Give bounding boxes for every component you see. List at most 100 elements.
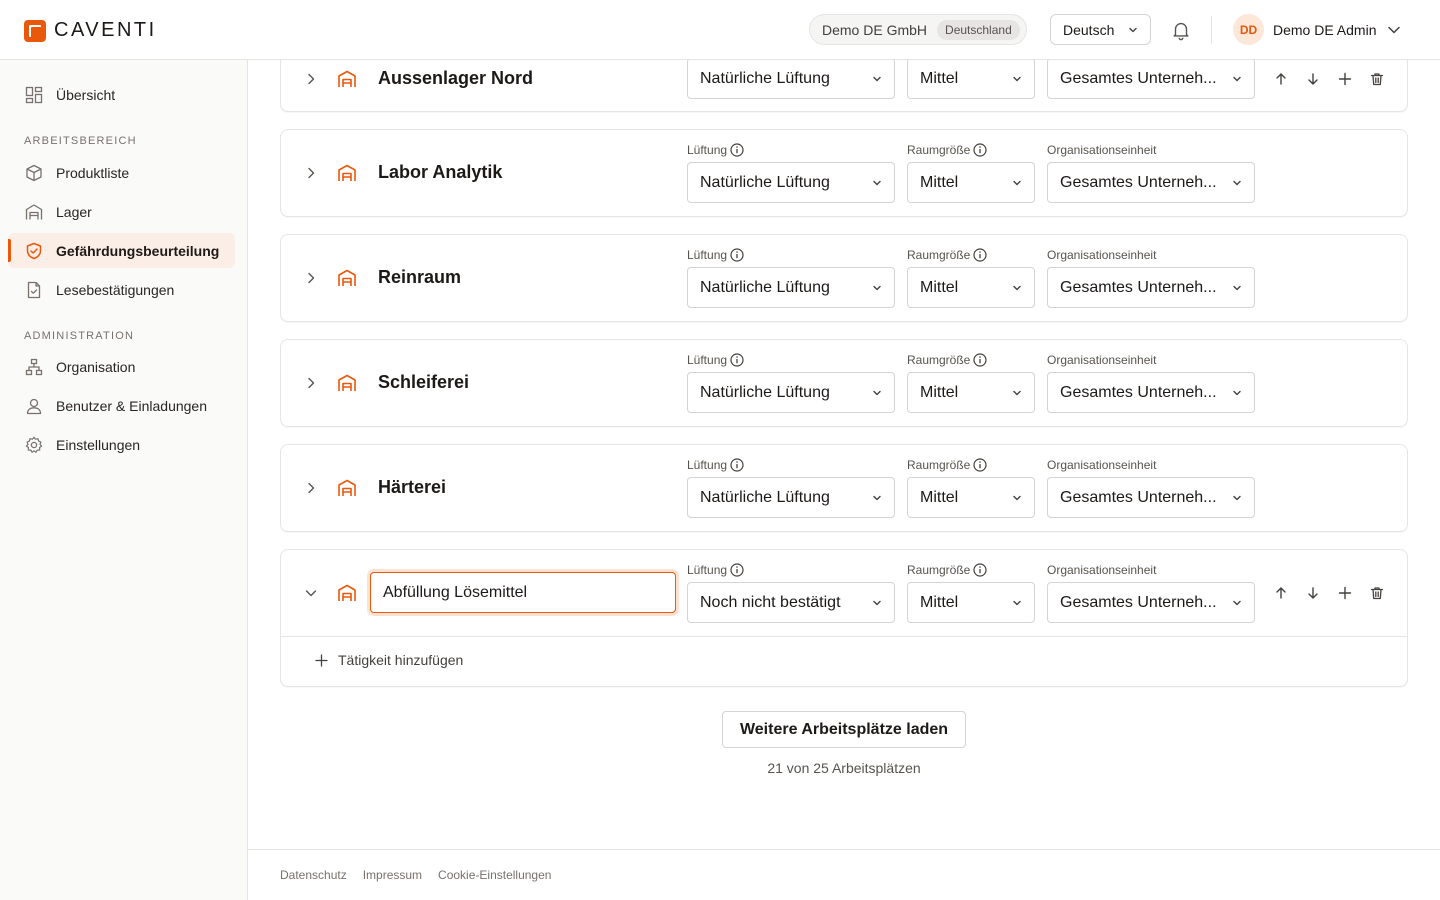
language-select[interactable]: Deutsch: [1050, 14, 1151, 45]
chevron-right-icon[interactable]: [303, 270, 319, 286]
load-more-button[interactable]: Weitere Arbeitsplätze laden: [722, 711, 966, 748]
sidebar-item-gefaehrdungsbeurteilung[interactable]: Gefährdungsbeurteilung: [8, 233, 235, 268]
sidebar-item-label: Einstellungen: [56, 436, 141, 453]
add-button[interactable]: [1329, 67, 1361, 91]
tenant-switcher[interactable]: Demo DE GmbH Deutschland: [809, 14, 1027, 45]
org-unit-select[interactable]: Gesamtes Unterneh...: [1047, 582, 1255, 623]
sidebar-item-organisation[interactable]: Organisation: [8, 349, 235, 384]
sidebar-item-label: Lager: [56, 203, 92, 220]
add-activity-button[interactable]: Tätigkeit hinzufügen: [315, 652, 463, 668]
footer-link-privacy[interactable]: Datenschutz: [280, 868, 347, 882]
org-unit-select[interactable]: Gesamtes Unterneh...: [1047, 372, 1255, 413]
building-icon: [338, 584, 356, 601]
sidebar-item-einstellungen[interactable]: Einstellungen: [8, 427, 235, 462]
info-icon[interactable]: [730, 248, 744, 262]
chevron-down-icon[interactable]: [303, 585, 319, 601]
org-unit-select[interactable]: Gesamtes Unterneh...: [1047, 477, 1255, 518]
footer-link-cookies[interactable]: Cookie-Einstellungen: [438, 868, 551, 882]
language-value: Deutsch: [1063, 21, 1115, 38]
building-icon: [338, 164, 356, 181]
move-down-button[interactable]: [1297, 67, 1329, 91]
card-divider: [281, 636, 1407, 637]
ventilation-select[interactable]: Natürliche Lüftung: [687, 267, 895, 308]
chevron-down-icon: [1013, 76, 1021, 82]
ventilation-select[interactable]: Natürliche Lüftung: [687, 477, 895, 518]
sidebar-item-label: Übersicht: [56, 86, 116, 103]
move-up-button[interactable]: [1265, 67, 1297, 91]
info-icon[interactable]: [730, 143, 744, 157]
footer-link-imprint[interactable]: Impressum: [363, 868, 422, 882]
move-down-button[interactable]: [1297, 581, 1329, 605]
tenant-country-badge: Deutschland: [937, 19, 1020, 40]
info-icon[interactable]: [973, 248, 987, 262]
brand-name: CAVENTI: [54, 19, 157, 41]
org-unit-select[interactable]: Gesamtes Unterneh...: [1047, 58, 1255, 99]
info-icon[interactable]: [973, 458, 987, 472]
info-icon[interactable]: [973, 563, 987, 577]
info-icon[interactable]: [973, 353, 987, 367]
add-activity-label: Tätigkeit hinzufügen: [338, 652, 464, 668]
select-value: Noch nicht bestätigt: [700, 593, 841, 611]
workplace-count: 21 von 25 Arbeitsplätzen: [767, 760, 921, 776]
info-icon[interactable]: [730, 563, 744, 577]
chevron-down-icon: [1013, 390, 1021, 396]
select-value: Gesamtes Unterneh...: [1060, 488, 1217, 506]
room-size-select[interactable]: Mittel: [907, 162, 1035, 203]
notifications-button[interactable]: [1170, 19, 1192, 41]
ventilation-select[interactable]: Natürliche Lüftung: [687, 372, 895, 413]
room-size-select[interactable]: Mittel: [907, 267, 1035, 308]
ventilation-select[interactable]: Noch nicht bestätigt: [687, 582, 895, 623]
sidebar-item-lesebestaetigungen[interactable]: Lesebestätigungen: [8, 272, 235, 307]
org-unit-select[interactable]: Gesamtes Unterneh...: [1047, 267, 1255, 308]
logo[interactable]: CAVENTI: [24, 19, 157, 42]
chevron-right-icon[interactable]: [303, 71, 319, 87]
workplace-name[interactable]: Aussenlager Nord: [378, 68, 533, 89]
user-menu[interactable]: DD Demo DE Admin: [1233, 14, 1401, 45]
workplace-card: Labor Analytik Lüftung Raumgröße Organis…: [280, 129, 1408, 217]
info-icon[interactable]: [730, 458, 744, 472]
org-unit-select[interactable]: Gesamtes Unterneh...: [1047, 162, 1255, 203]
room-size-select[interactable]: Mittel: [907, 477, 1035, 518]
sidebar-item-label: Benutzer & Einladungen: [56, 397, 207, 414]
document-check-icon: [24, 280, 44, 300]
workplace-name-input[interactable]: Abfüllung Lösemittel: [370, 572, 676, 613]
label-text: Lüftung: [687, 458, 728, 472]
chevron-right-icon[interactable]: [303, 480, 319, 496]
chevron-right-icon[interactable]: [303, 375, 319, 391]
plus-icon: [315, 653, 328, 667]
plus-icon: [1338, 72, 1352, 86]
info-icon[interactable]: [973, 143, 987, 157]
sidebar-item-overview[interactable]: Übersicht: [8, 77, 235, 112]
section-heading-workspace: ARBEITSBEREICH: [24, 135, 137, 147]
chevron-down-icon: [1233, 180, 1241, 186]
move-up-button[interactable]: [1265, 581, 1297, 605]
room-size-select[interactable]: Mittel: [907, 58, 1035, 99]
chevron-right-icon[interactable]: [303, 165, 319, 181]
room-size-select[interactable]: Mittel: [907, 372, 1035, 413]
sidebar-item-benutzer[interactable]: Benutzer & Einladungen: [8, 388, 235, 423]
room-size-select[interactable]: Mittel: [907, 582, 1035, 623]
label-text: Raumgröße: [907, 353, 971, 367]
workplace-name[interactable]: Labor Analytik: [378, 162, 502, 183]
arrow-up-icon: [1276, 587, 1286, 599]
workplace-card: Härterei Lüftung Raumgröße Organisations…: [280, 444, 1408, 532]
sidebar-item-produktliste[interactable]: Produktliste: [8, 155, 235, 190]
sidebar-item-lager[interactable]: Lager: [8, 194, 235, 229]
room-size-label: Raumgröße: [907, 458, 987, 472]
delete-button[interactable]: [1361, 581, 1393, 605]
workplace-name[interactable]: Schleiferei: [378, 372, 469, 393]
ventilation-select[interactable]: Natürliche Lüftung: [687, 162, 895, 203]
chevron-down-icon: [873, 600, 881, 606]
ventilation-select[interactable]: Natürliche Lüftung: [687, 58, 895, 99]
add-button[interactable]: [1329, 581, 1361, 605]
workplace-name[interactable]: Härterei: [378, 477, 446, 498]
workplace-name[interactable]: Reinraum: [378, 267, 461, 288]
info-icon[interactable]: [730, 353, 744, 367]
top-header: CAVENTI Demo DE GmbH Deutschland Deutsch…: [0, 0, 1440, 60]
delete-button[interactable]: [1361, 67, 1393, 91]
sidebar-item-label: Produktliste: [56, 164, 130, 181]
row-actions: [1265, 67, 1393, 91]
select-value: Natürliche Lüftung: [700, 69, 830, 87]
main-content: Aussenlager Nord Natürliche Lüftung Mitt…: [248, 30, 1440, 900]
gear-icon: [24, 435, 44, 455]
